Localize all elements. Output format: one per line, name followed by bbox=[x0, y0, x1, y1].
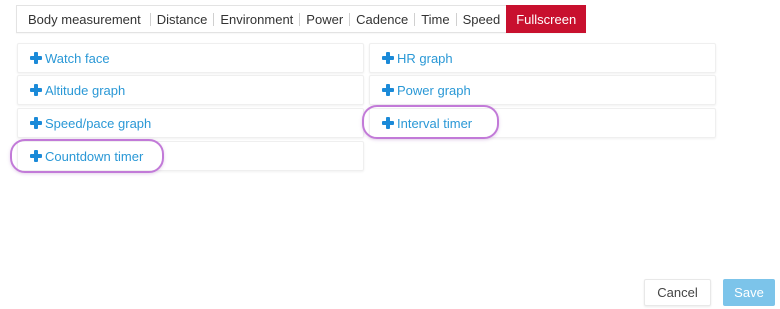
tab-environment[interactable]: Environment bbox=[214, 6, 299, 32]
plus-icon bbox=[30, 84, 42, 96]
add-interval-timer-panel[interactable]: Interval timer bbox=[369, 108, 716, 138]
panel-label: HR graph bbox=[397, 50, 453, 66]
add-watch-face-panel[interactable]: Watch face bbox=[17, 43, 364, 73]
plus-icon bbox=[382, 117, 394, 129]
plus-icon bbox=[30, 117, 42, 129]
add-hr-graph-panel[interactable]: HR graph bbox=[369, 43, 716, 73]
panel-label: Interval timer bbox=[397, 115, 473, 131]
add-power-graph-panel[interactable]: Power graph bbox=[369, 75, 716, 105]
add-speed-pace-graph-panel[interactable]: Speed/pace graph bbox=[17, 108, 364, 138]
panel-label: Watch face bbox=[45, 50, 110, 66]
tab-distance[interactable]: Distance bbox=[151, 6, 214, 32]
panel-label: Altitude graph bbox=[45, 82, 126, 98]
add-altitude-graph-panel[interactable]: Altitude graph bbox=[17, 75, 364, 105]
panel-label: Power graph bbox=[397, 82, 471, 98]
save-button[interactable]: Save bbox=[723, 279, 775, 306]
add-countdown-timer-panel[interactable]: Countdown timer bbox=[17, 141, 364, 171]
tab-bar: Body measurement Distance Environment Po… bbox=[16, 5, 587, 33]
tab-power[interactable]: Power bbox=[300, 6, 349, 32]
plus-icon bbox=[30, 52, 42, 64]
plus-icon bbox=[382, 84, 394, 96]
plus-icon bbox=[382, 52, 394, 64]
cancel-button[interactable]: Cancel bbox=[644, 279, 711, 306]
tab-fullscreen[interactable]: Fullscreen bbox=[506, 5, 587, 33]
tab-body-measurement[interactable]: Body measurement bbox=[17, 6, 150, 32]
panel-label: Countdown timer bbox=[45, 148, 144, 164]
plus-icon bbox=[30, 150, 42, 162]
tab-cadence[interactable]: Cadence bbox=[350, 6, 414, 32]
panel-label: Speed/pace graph bbox=[45, 115, 152, 131]
tab-speed[interactable]: Speed bbox=[457, 6, 507, 32]
tab-time[interactable]: Time bbox=[415, 6, 455, 32]
